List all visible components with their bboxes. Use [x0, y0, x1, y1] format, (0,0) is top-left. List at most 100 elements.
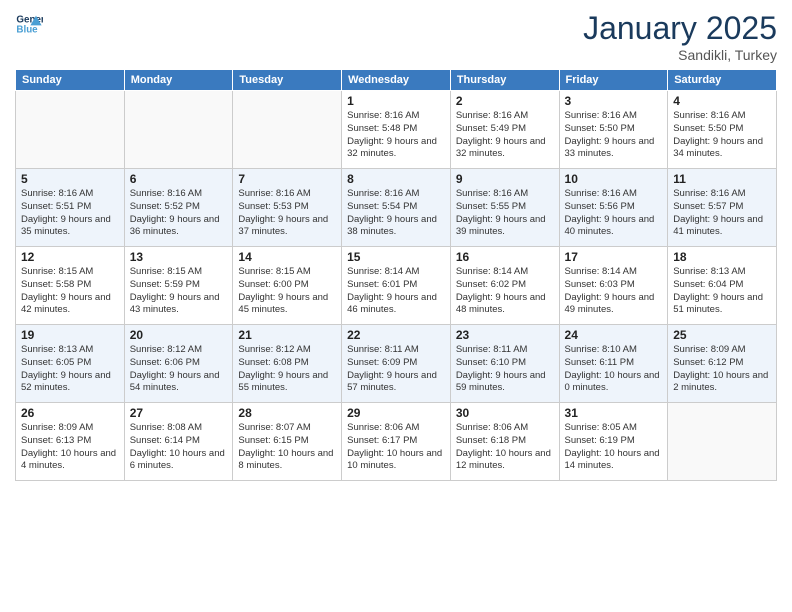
svg-text:Blue: Blue — [16, 24, 38, 35]
day-number: 2 — [456, 94, 554, 108]
calendar-cell: 25 Sunrise: 8:09 AMSunset: 6:12 PMDayligh… — [668, 325, 777, 403]
calendar-cell: 27 Sunrise: 8:08 AMSunset: 6:14 PMDayligh… — [124, 403, 233, 481]
day-number: 20 — [130, 328, 228, 342]
calendar-week-row: 1 Sunrise: 8:16 AMSunset: 5:48 PMDaylight… — [16, 91, 777, 169]
weekday-header: Tuesday — [233, 70, 342, 91]
day-info: Sunrise: 8:16 AMSunset: 5:55 PMDaylight:… — [456, 188, 554, 239]
calendar-cell: 11Sunrise: 8:16 AMSunset: 5:57 PMDayligh… — [668, 169, 777, 247]
day-number: 9 — [456, 172, 554, 186]
day-number: 14 — [238, 250, 336, 264]
day-number: 8 — [347, 172, 445, 186]
day-number: 25 — [673, 328, 771, 342]
calendar-cell — [668, 403, 777, 481]
day-info: Sunrise: 8:09 AMSunset: 6:13 PMDaylight:… — [21, 422, 119, 473]
calendar-week-row: 26 Sunrise: 8:09 AMSunset: 6:13 PMDayligh… — [16, 403, 777, 481]
day-info: Sunrise: 8:16 AMSunset: 5:48 PMDaylight:… — [347, 110, 445, 161]
day-info: Sunrise: 8:15 AMSunset: 5:58 PMDaylight:… — [21, 266, 119, 317]
day-number: 6 — [130, 172, 228, 186]
calendar-cell: 9 Sunrise: 8:16 AMSunset: 5:55 PMDaylight… — [450, 169, 559, 247]
day-number: 13 — [130, 250, 228, 264]
header-row: SundayMondayTuesdayWednesdayThursdayFrid… — [16, 70, 777, 91]
day-number: 7 — [238, 172, 336, 186]
calendar-cell: 24 Sunrise: 8:10 AMSunset: 6:11 PMDayligh… — [559, 325, 668, 403]
day-info: Sunrise: 8:13 AMSunset: 6:05 PMDaylight:… — [21, 344, 119, 395]
calendar-cell: 20 Sunrise: 8:12 AMSunset: 6:06 PMDayligh… — [124, 325, 233, 403]
day-info: Sunrise: 8:05 AMSunset: 6:19 PMDaylight:… — [565, 422, 663, 473]
weekday-header: Saturday — [668, 70, 777, 91]
calendar-cell: 4Sunrise: 8:16 AMSunset: 5:50 PMDaylight… — [668, 91, 777, 169]
calendar-cell: 7 Sunrise: 8:16 AMSunset: 5:53 PMDaylight… — [233, 169, 342, 247]
calendar-cell: 3 Sunrise: 8:16 AMSunset: 5:50 PMDaylight… — [559, 91, 668, 169]
day-info: Sunrise: 8:16 AMSunset: 5:52 PMDaylight:… — [130, 188, 228, 239]
day-info: Sunrise: 8:08 AMSunset: 6:14 PMDaylight:… — [130, 422, 228, 473]
day-info: Sunrise: 8:15 AMSunset: 6:00 PMDaylight:… — [238, 266, 336, 317]
day-number: 27 — [130, 406, 228, 420]
day-info: Sunrise: 8:16 AMSunset: 5:49 PMDaylight:… — [456, 110, 554, 161]
calendar-cell — [124, 91, 233, 169]
day-info: Sunrise: 8:16 AMSunset: 5:57 PMDaylight:… — [673, 188, 771, 239]
calendar-cell — [16, 91, 125, 169]
calendar-cell: 31 Sunrise: 8:05 AMSunset: 6:19 PMDayligh… — [559, 403, 668, 481]
day-number: 31 — [565, 406, 663, 420]
day-info: Sunrise: 8:16 AMSunset: 5:50 PMDaylight:… — [565, 110, 663, 161]
day-number: 23 — [456, 328, 554, 342]
calendar-cell: 17 Sunrise: 8:14 AMSunset: 6:03 PMDayligh… — [559, 247, 668, 325]
weekday-header: Wednesday — [342, 70, 451, 91]
day-info: Sunrise: 8:12 AMSunset: 6:08 PMDaylight:… — [238, 344, 336, 395]
title-block: January 2025 Sandikli, Turkey — [583, 10, 777, 63]
calendar-week-row: 19 Sunrise: 8:13 AMSunset: 6:05 PMDayligh… — [16, 325, 777, 403]
day-number: 24 — [565, 328, 663, 342]
day-number: 21 — [238, 328, 336, 342]
day-info: Sunrise: 8:06 AMSunset: 6:17 PMDaylight:… — [347, 422, 445, 473]
day-number: 28 — [238, 406, 336, 420]
day-info: Sunrise: 8:14 AMSunset: 6:01 PMDaylight:… — [347, 266, 445, 317]
calendar-cell: 23 Sunrise: 8:11 AMSunset: 6:10 PMDayligh… — [450, 325, 559, 403]
day-number: 3 — [565, 94, 663, 108]
calendar-cell: 12 Sunrise: 8:15 AMSunset: 5:58 PMDayligh… — [16, 247, 125, 325]
calendar-subtitle: Sandikli, Turkey — [583, 47, 777, 63]
weekday-header: Friday — [559, 70, 668, 91]
weekday-header: Monday — [124, 70, 233, 91]
calendar-cell: 15Sunrise: 8:14 AMSunset: 6:01 PMDayligh… — [342, 247, 451, 325]
logo: General Blue — [15, 10, 45, 38]
day-info: Sunrise: 8:16 AMSunset: 5:51 PMDaylight:… — [21, 188, 119, 239]
day-info: Sunrise: 8:14 AMSunset: 6:03 PMDaylight:… — [565, 266, 663, 317]
day-info: Sunrise: 8:06 AMSunset: 6:18 PMDaylight:… — [456, 422, 554, 473]
calendar-cell: 19 Sunrise: 8:13 AMSunset: 6:05 PMDayligh… — [16, 325, 125, 403]
day-number: 18 — [673, 250, 771, 264]
day-info: Sunrise: 8:14 AMSunset: 6:02 PMDaylight:… — [456, 266, 554, 317]
weekday-header: Thursday — [450, 70, 559, 91]
calendar-title: January 2025 — [583, 10, 777, 47]
day-number: 26 — [21, 406, 119, 420]
calendar-cell: 26 Sunrise: 8:09 AMSunset: 6:13 PMDayligh… — [16, 403, 125, 481]
day-number: 16 — [456, 250, 554, 264]
day-number: 30 — [456, 406, 554, 420]
calendar-cell: 28 Sunrise: 8:07 AMSunset: 6:15 PMDayligh… — [233, 403, 342, 481]
day-info: Sunrise: 8:15 AMSunset: 5:59 PMDaylight:… — [130, 266, 228, 317]
day-info: Sunrise: 8:16 AMSunset: 5:54 PMDaylight:… — [347, 188, 445, 239]
calendar-cell: 18Sunrise: 8:13 AMSunset: 6:04 PMDayligh… — [668, 247, 777, 325]
day-number: 4 — [673, 94, 771, 108]
day-number: 10 — [565, 172, 663, 186]
calendar-cell: 8 Sunrise: 8:16 AMSunset: 5:54 PMDaylight… — [342, 169, 451, 247]
day-number: 5 — [21, 172, 119, 186]
calendar-cell — [233, 91, 342, 169]
day-info: Sunrise: 8:11 AMSunset: 6:09 PMDaylight:… — [347, 344, 445, 395]
day-info: Sunrise: 8:16 AMSunset: 5:56 PMDaylight:… — [565, 188, 663, 239]
day-number: 19 — [21, 328, 119, 342]
day-info: Sunrise: 8:12 AMSunset: 6:06 PMDaylight:… — [130, 344, 228, 395]
calendar-cell: 5 Sunrise: 8:16 AMSunset: 5:51 PMDaylight… — [16, 169, 125, 247]
calendar-cell: 1 Sunrise: 8:16 AMSunset: 5:48 PMDaylight… — [342, 91, 451, 169]
day-info: Sunrise: 8:16 AMSunset: 5:53 PMDaylight:… — [238, 188, 336, 239]
day-number: 17 — [565, 250, 663, 264]
calendar-cell: 6 Sunrise: 8:16 AMSunset: 5:52 PMDaylight… — [124, 169, 233, 247]
day-info: Sunrise: 8:10 AMSunset: 6:11 PMDaylight:… — [565, 344, 663, 395]
day-info: Sunrise: 8:07 AMSunset: 6:15 PMDaylight:… — [238, 422, 336, 473]
calendar-cell: 13 Sunrise: 8:15 AMSunset: 5:59 PMDayligh… — [124, 247, 233, 325]
day-number: 1 — [347, 94, 445, 108]
day-number: 12 — [21, 250, 119, 264]
calendar-cell: 22Sunrise: 8:11 AMSunset: 6:09 PMDayligh… — [342, 325, 451, 403]
calendar-week-row: 12 Sunrise: 8:15 AMSunset: 5:58 PMDayligh… — [16, 247, 777, 325]
day-info: Sunrise: 8:11 AMSunset: 6:10 PMDaylight:… — [456, 344, 554, 395]
day-info: Sunrise: 8:09 AMSunset: 6:12 PMDaylight:… — [673, 344, 771, 395]
